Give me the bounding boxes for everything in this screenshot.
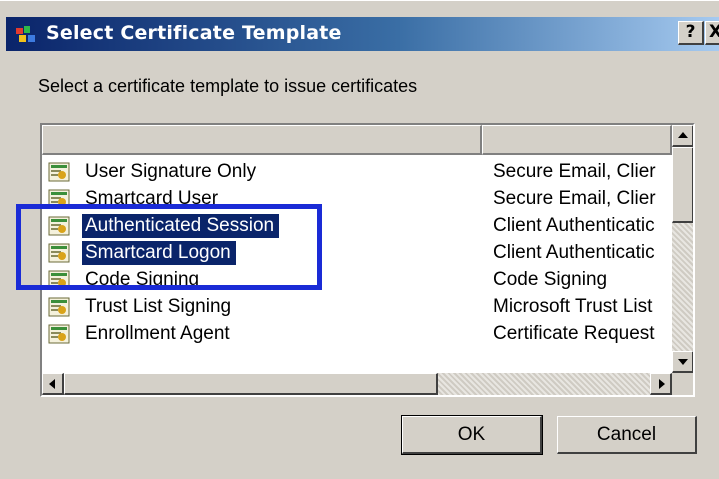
template-name: Trust List Signing <box>85 296 232 317</box>
horizontal-scroll-thumb[interactable] <box>64 373 438 395</box>
horizontal-scrollbar[interactable] <box>42 373 672 395</box>
scrollbar-corner <box>672 373 693 395</box>
template-row[interactable]: User Signature Only Secure Email, Clier <box>48 159 668 186</box>
cancel-button[interactable]: Cancel <box>557 416 697 454</box>
template-purpose: Secure Email, Clier <box>493 188 656 209</box>
scroll-down-button[interactable] <box>672 351 693 373</box>
instruction-text: Select a certificate template to issue c… <box>38 76 418 96</box>
scroll-left-button[interactable] <box>42 373 64 395</box>
window-title: Select Certificate Template <box>46 22 342 44</box>
template-name: User Signature Only <box>85 161 257 182</box>
select-certificate-template-dialog: Select Certificate Template ? X Select a… <box>0 0 719 479</box>
template-purpose: Code Signing <box>493 269 608 290</box>
right-arrow-icon <box>659 379 665 389</box>
template-name: Enrollment Agent <box>85 323 230 344</box>
template-row[interactable]: Trust List Signing Microsoft Trust List <box>48 294 668 321</box>
certificate-template-icon <box>48 162 70 182</box>
column-header-name[interactable] <box>42 125 482 155</box>
scroll-right-button[interactable] <box>650 373 672 395</box>
template-purpose: Secure Email, Clier <box>493 161 656 182</box>
down-arrow-icon <box>678 359 688 365</box>
up-arrow-icon <box>678 132 688 138</box>
annotation-highlight-box <box>16 204 322 290</box>
certificate-template-icon <box>48 297 70 317</box>
template-purpose: Certificate Request <box>493 323 655 344</box>
template-purpose: Client Authenticatic <box>493 242 655 263</box>
template-purpose: Microsoft Trust List <box>493 296 653 317</box>
left-arrow-icon <box>49 379 55 389</box>
certificate-app-icon <box>16 26 35 42</box>
vertical-scrollbar[interactable] <box>672 125 693 373</box>
close-button[interactable]: X <box>705 21 719 45</box>
help-button[interactable]: ? <box>678 21 704 45</box>
template-row[interactable]: Enrollment Agent Certificate Request <box>48 321 668 348</box>
certificate-template-icon <box>48 324 70 344</box>
template-purpose: Client Authenticatic <box>493 215 655 236</box>
column-header-purpose[interactable] <box>482 125 672 155</box>
vertical-scroll-thumb[interactable] <box>672 147 693 223</box>
title-bar[interactable]: Select Certificate Template ? X <box>6 17 719 51</box>
scroll-up-button[interactable] <box>672 125 693 147</box>
ok-button[interactable]: OK <box>401 415 543 455</box>
